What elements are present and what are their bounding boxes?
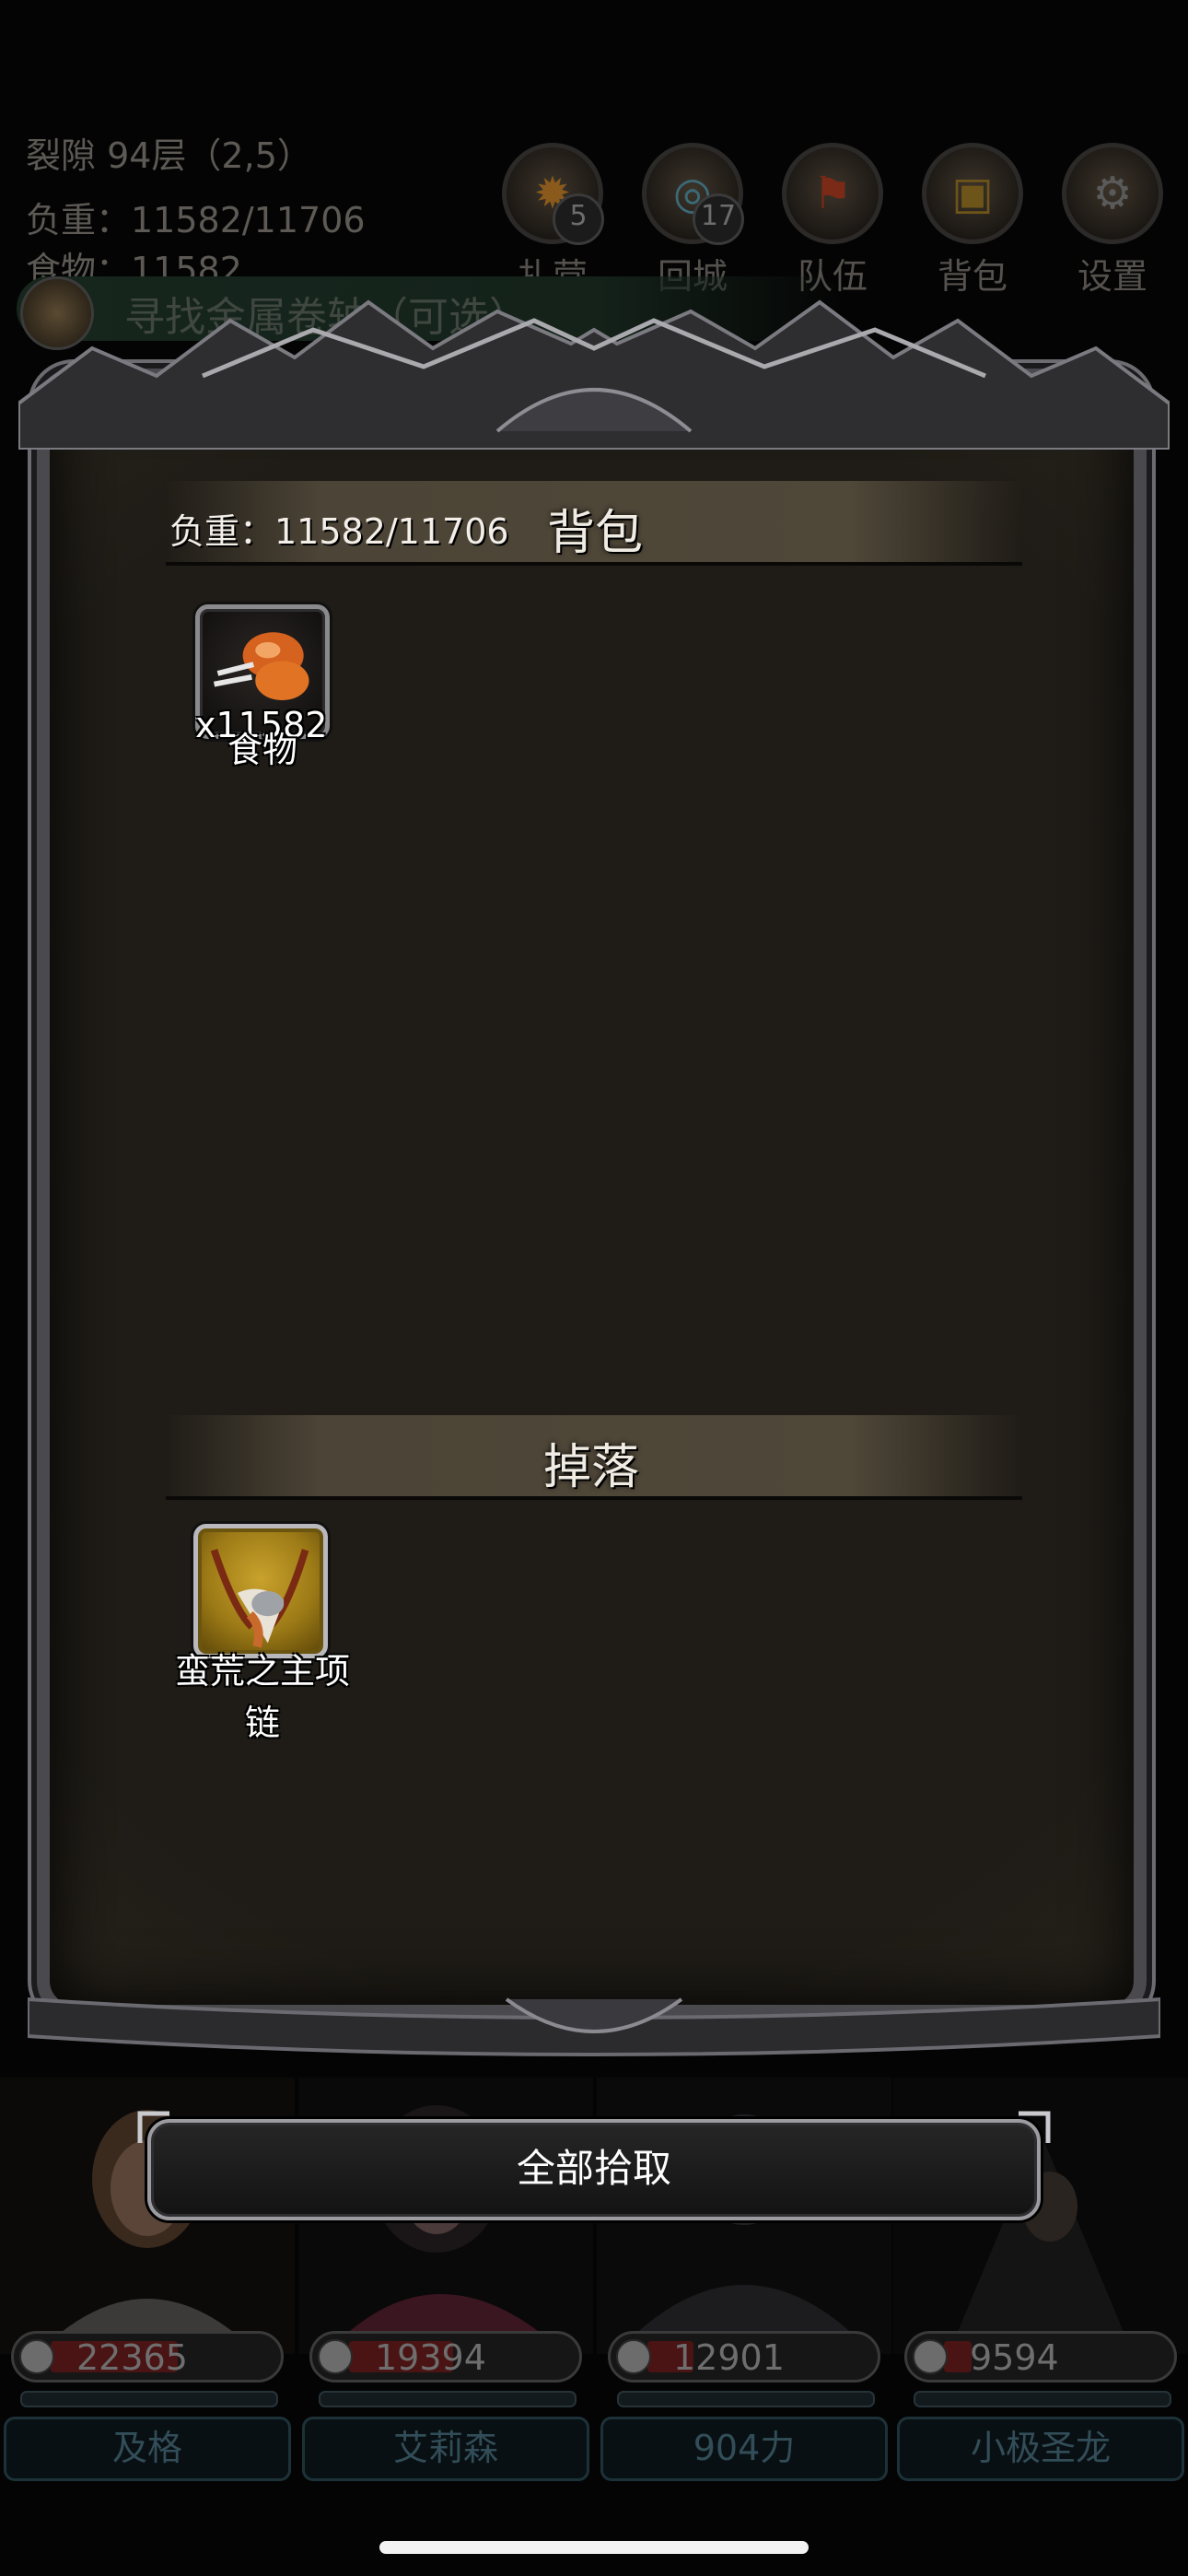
team-icon: ⚑ <box>812 168 853 219</box>
hud-weight-label: 负重：11582/11706 <box>26 200 366 240</box>
sword-icon <box>913 2339 948 2374</box>
hero-hp-value: 19394 <box>375 2337 486 2378</box>
backpack-section-header: 负重：11582/11706 背包 <box>166 481 1022 566</box>
drop-item-name: 蛮荒之主项 链 <box>157 1645 368 1749</box>
hero-hp-value: 9594 <box>970 2337 1059 2378</box>
sword-icon <box>318 2339 353 2374</box>
corner-ornament-right <box>1019 2111 1051 2143</box>
corner-ornament-left <box>137 2111 169 2143</box>
drop-item-name-line1: 蛮荒之主项 <box>174 1651 350 1692</box>
drop-slot-necklace[interactable] <box>193 1524 328 1658</box>
hero-hp-value: 22365 <box>76 2337 188 2378</box>
item-name: 食物 <box>227 730 297 770</box>
return-town-count: 17 <box>693 193 744 245</box>
backpack-label: 背包 <box>937 256 1007 297</box>
inventory-slot-food[interactable]: x11582 <box>195 604 330 745</box>
hero-hp-bar: 22365 <box>11 2331 284 2383</box>
return-town-button[interactable]: ◎ 17 回城 <box>637 143 748 299</box>
fang-necklace-icon <box>210 1549 309 1648</box>
gear-icon: ⚙ <box>1092 168 1133 219</box>
hero-hp-value: 12901 <box>673 2337 785 2378</box>
dialog-base-ornament <box>28 1996 1160 2056</box>
pick-all-label: 全部拾取 <box>516 2146 671 2191</box>
hero-hp-bar: 9594 <box>904 2331 1177 2383</box>
backpack-button[interactable]: ▣ 背包 <box>917 143 1028 299</box>
camp-button[interactable]: ✹ 5 扎营 <box>497 143 608 299</box>
hero-name: 小极圣龙 <box>897 2417 1184 2481</box>
sword-icon <box>616 2339 651 2374</box>
hero-name: 及格 <box>4 2417 291 2481</box>
hero-hp-fill <box>944 2341 972 2372</box>
backpack-weight: 负重：11582/11706 <box>169 511 509 552</box>
drop-item-name-line2: 链 <box>244 1703 280 1743</box>
settings-button[interactable]: ⚙ 设置 <box>1057 143 1168 299</box>
drops-section-header: 掉落 <box>166 1415 1022 1500</box>
hero-energy-bar <box>914 2391 1171 2407</box>
camp-count: 5 <box>553 193 604 245</box>
hero-energy-bar <box>319 2391 577 2407</box>
settings-label: 设置 <box>1077 256 1147 297</box>
backpack-icon: ▣ <box>951 168 994 219</box>
sword-icon <box>19 2339 54 2374</box>
hero-energy-bar <box>20 2391 278 2407</box>
drops-title: 掉落 <box>543 1440 640 1495</box>
hero-name: 艾莉森 <box>302 2417 589 2481</box>
hero-hp-bar: 19394 <box>309 2331 582 2383</box>
hero-name: 904力 <box>600 2417 888 2481</box>
hero-hp-bar: 12901 <box>608 2331 880 2383</box>
home-indicator[interactable] <box>379 2541 809 2554</box>
pick-all-button[interactable]: 全部拾取 <box>137 2111 1051 2220</box>
location-label: 裂隙 94层（2,5） <box>26 135 312 176</box>
team-button[interactable]: ⚑ 队伍 <box>777 143 888 299</box>
dragon-crown-ornament <box>18 299 1170 450</box>
backpack-title: 背包 <box>547 506 644 561</box>
hero-energy-bar <box>617 2391 875 2407</box>
